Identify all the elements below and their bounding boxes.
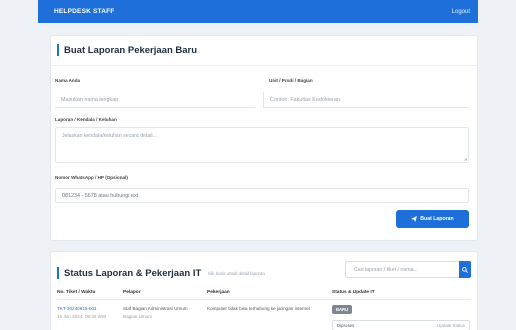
phone-field-value: 081234 - 5678 atau hubungi ext bbox=[62, 192, 139, 199]
table-header-divider bbox=[57, 299, 471, 300]
new-report-card: Buat Laporan Pekerjaan Baru Nama Anda Ma… bbox=[50, 35, 478, 241]
phone-field[interactable]: 081234 - 5678 atau hubungi ext bbox=[55, 188, 469, 203]
status-hint: klik baris untuk detail laporan bbox=[208, 270, 265, 276]
col-status: Status & Update IT bbox=[332, 290, 375, 295]
unit-field-placeholder: Contoh: Fakultas Kedokteran bbox=[270, 96, 340, 103]
row-job: Komputer tidak bisa terhubung ke jaringa… bbox=[207, 306, 310, 311]
status-card: Status Laporan & Pekerjaan IT klik baris… bbox=[50, 251, 478, 330]
name-field[interactable]: Masukan nama lengkap bbox=[55, 92, 255, 108]
search-icon bbox=[462, 266, 468, 273]
submit-report-button[interactable]: Buat Laporan bbox=[396, 210, 469, 228]
submit-report-label: Buat Laporan bbox=[420, 216, 454, 222]
title-accent-bar bbox=[57, 44, 59, 56]
status-title-accent-bar bbox=[57, 267, 59, 279]
status-title-text: Status Laporan & Pekerjaan IT bbox=[64, 267, 202, 279]
col-job: Pekerjaan bbox=[207, 290, 230, 295]
status-select-action: Update Status bbox=[437, 323, 465, 328]
unit-label: Unit / Prodi / Bagian bbox=[269, 78, 313, 83]
row-ticket-time: 15 Jun 2024, 08:30 WIB bbox=[57, 314, 107, 319]
top-navbar: HELPDESK STAFF Logout bbox=[38, 0, 478, 23]
row-ticket-id[interactable]: TKT-20240615-001 bbox=[57, 306, 97, 311]
name-field-placeholder: Masukan nama lengkap bbox=[61, 96, 119, 103]
status-title: Status Laporan & Pekerjaan IT klik baris… bbox=[57, 267, 265, 279]
issue-label: Laporan / Kendala / Keluhan bbox=[55, 117, 117, 122]
form-title: Buat Laporan Pekerjaan Baru bbox=[57, 44, 197, 56]
resize-grip-icon[interactable]: ◢ bbox=[464, 156, 467, 161]
col-ticket: No. Tiket / Waktu bbox=[57, 290, 96, 295]
search-placeholder: Cari laporan / tiket / nama... bbox=[354, 266, 418, 273]
col-reporter: Pelapor bbox=[123, 290, 141, 295]
status-badge: BARU bbox=[332, 305, 353, 314]
card-divider bbox=[51, 65, 477, 66]
issue-textarea-placeholder: Jelaskan kendala/keluhan secara detail..… bbox=[62, 133, 157, 139]
status-select-value: Diproses bbox=[337, 323, 355, 328]
row-reporter-unit: Bagian Umum bbox=[123, 314, 153, 319]
search-input[interactable]: Cari laporan / tiket / nama... bbox=[345, 261, 459, 278]
paper-plane-icon bbox=[411, 216, 418, 222]
name-label: Nama Anda bbox=[55, 78, 81, 83]
status-update-select[interactable]: Diproses Update Status bbox=[332, 320, 470, 330]
form-title-text: Buat Laporan Pekerjaan Baru bbox=[64, 44, 198, 56]
unit-field[interactable]: Contoh: Fakultas Kedokteran bbox=[263, 92, 469, 108]
search-button[interactable] bbox=[459, 261, 471, 278]
row-reporter: Staf Bagian Administrasi Umum bbox=[123, 306, 188, 311]
brand-title: HELPDESK STAFF bbox=[54, 8, 115, 15]
issue-textarea[interactable]: Jelaskan kendala/keluhan secara detail..… bbox=[55, 127, 469, 163]
logout-link[interactable]: Logout bbox=[452, 9, 470, 15]
phone-label: Nomor WhatsApp / HP (Opsional) bbox=[55, 175, 128, 180]
